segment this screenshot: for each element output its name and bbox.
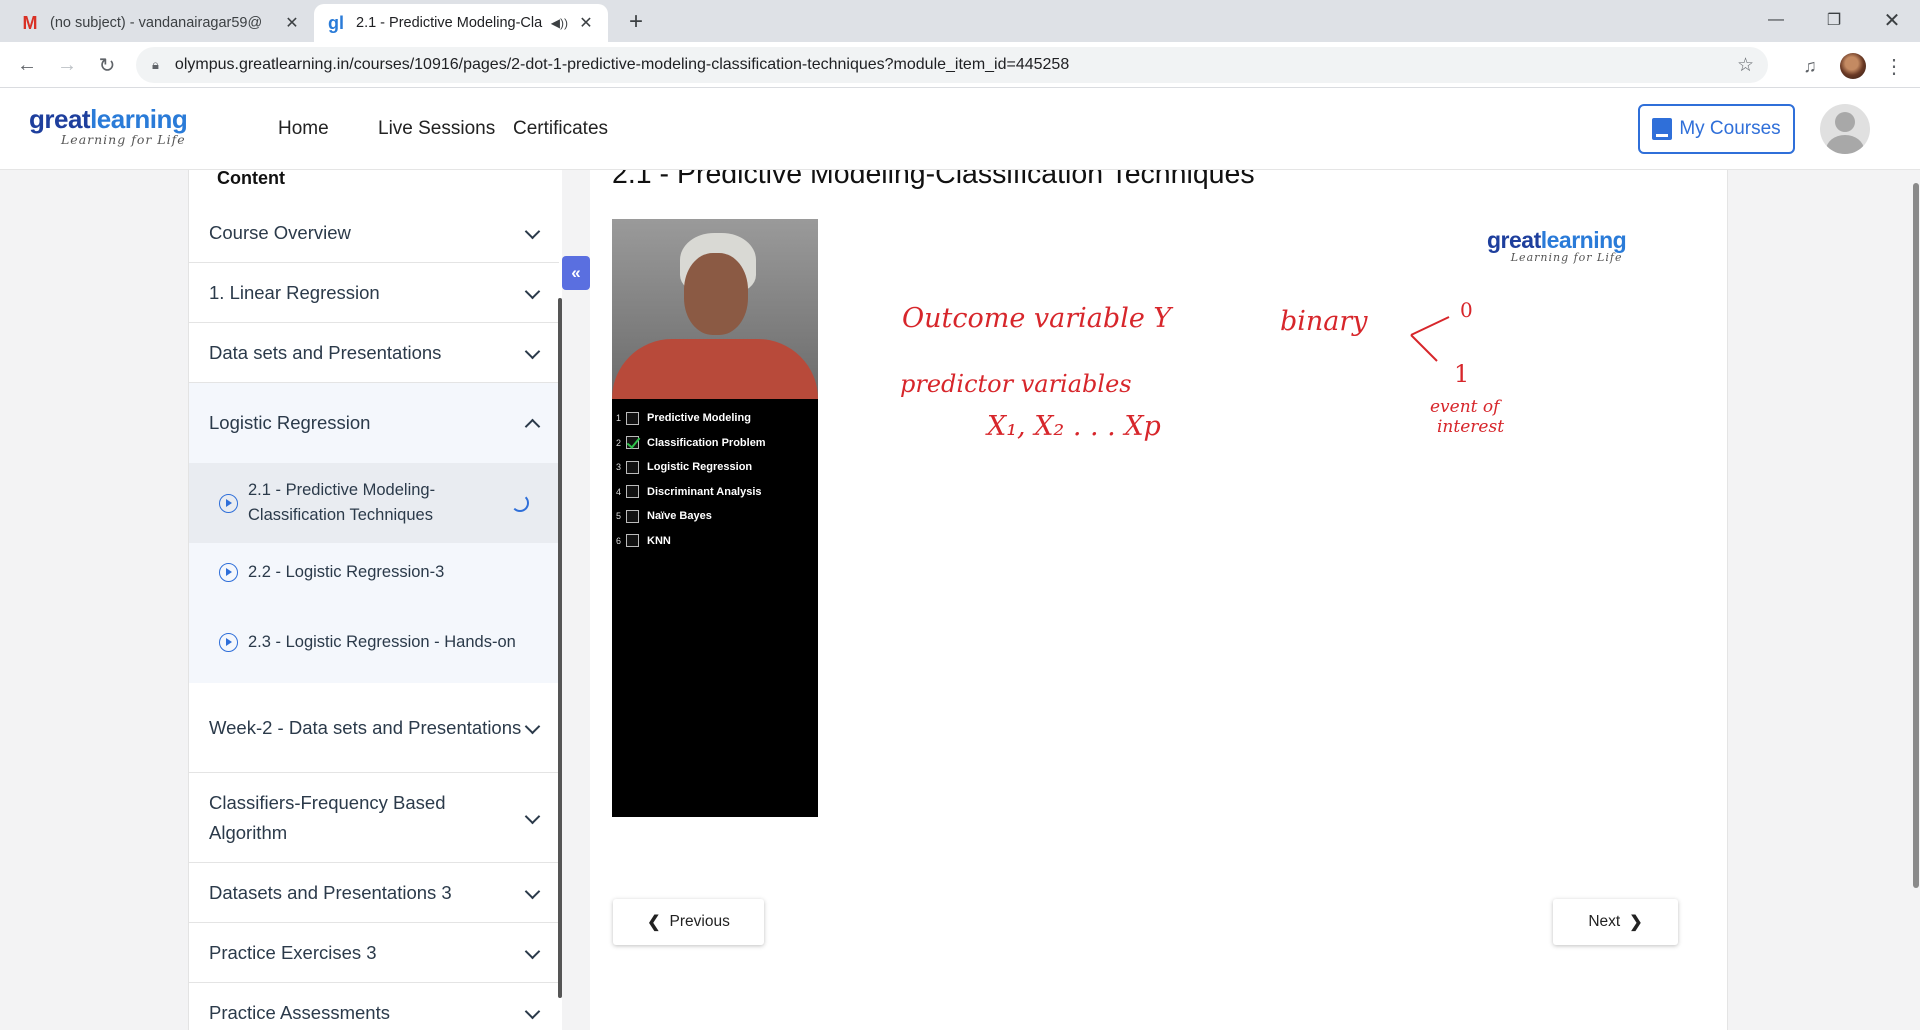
note-binary: binary: [1280, 306, 1368, 337]
chevron-down-icon: [525, 1006, 539, 1020]
my-courses-label: My Courses: [1679, 118, 1781, 139]
module-data-sets-and-presentations[interactable]: Data sets and Presentations: [189, 323, 559, 383]
logo-tagline: Learning for Life: [61, 132, 186, 147]
collapse-sidebar-button[interactable]: «: [562, 256, 590, 290]
sidebar-item-2-1[interactable]: 2.1 - Predictive Modeling-Classification…: [189, 463, 559, 543]
play-circle-icon: [219, 632, 238, 652]
logo-text-great: great: [29, 104, 91, 134]
logo-text-learning: learning: [90, 104, 188, 134]
chevron-down-icon: [525, 721, 539, 735]
module-label: Data sets and Presentations: [209, 341, 442, 363]
tab-gmail[interactable]: M (no subject) - vandanairagar59@ ✕: [8, 4, 314, 42]
site-header: greatlearning Learning for Life Home Liv…: [0, 88, 1920, 170]
restore-button[interactable]: ❐: [1806, 0, 1862, 40]
minimize-button[interactable]: —: [1748, 0, 1804, 40]
module-label: Logistic Regression: [209, 412, 371, 433]
greatlearning-favicon-icon: gl: [328, 12, 344, 33]
user-avatar[interactable]: [1820, 104, 1870, 154]
chevron-up-icon: [525, 416, 539, 430]
tab-title: 2.1 - Predictive Modeling-Cla: [356, 15, 543, 31]
note-predictor-variables: predictor variables: [900, 370, 1132, 398]
module-practice-assessments[interactable]: Practice Assessments: [189, 983, 559, 1030]
module-label: Week-2 - Data sets and Presentations: [209, 716, 522, 738]
sidebar-title: Content: [217, 168, 285, 188]
module-course-overview[interactable]: Course Overview: [189, 203, 559, 263]
my-courses-button[interactable]: My Courses: [1638, 104, 1795, 154]
new-tab-button[interactable]: +: [620, 6, 652, 38]
chevron-left-icon: ❮: [647, 914, 661, 931]
nav-live-sessions[interactable]: Live Sessions: [378, 118, 495, 140]
module-label: Practice Assessments: [209, 1002, 390, 1023]
tab-title: (no subject) - vandanairagar59@: [50, 15, 263, 31]
browser-tab-strip: M (no subject) - vandanairagar59@ ✕ gl 2…: [0, 0, 1920, 42]
item-label: 2.2 - Logistic Regression-3: [248, 562, 445, 581]
module-label: Course Overview: [209, 221, 351, 243]
sidebar-item-2-3[interactable]: 2.3 - Logistic Regression - Hands-on: [189, 601, 559, 683]
browser-toolbar: ← → ↻ 🔒︎ olympus.greatlearning.in/course…: [0, 42, 1920, 88]
note-one: 1: [1454, 360, 1470, 388]
sidebar-item-2-2[interactable]: 2.2 - Logistic Regression-3: [189, 543, 559, 601]
item-label: 2.1 - Predictive Modeling-Classification…: [248, 481, 436, 524]
whiteboard-notes: Outcome variable Y binary 0 1 event of i…: [612, 219, 1682, 817]
module-practice-exercises-3[interactable]: Practice Exercises 3: [189, 923, 559, 983]
next-button[interactable]: Next ❯: [1553, 899, 1678, 945]
page-viewport: greatlearning Learning for Life Home Liv…: [0, 88, 1920, 1030]
audio-playing-icon[interactable]: ◀)): [551, 16, 568, 30]
note-zero: 0: [1460, 298, 1473, 322]
previous-button[interactable]: ❮ Previous: [613, 899, 764, 945]
note-event-of: event of: [1430, 397, 1500, 417]
chevron-right-icon: ❯: [1629, 914, 1643, 931]
note-outcome-variable: Outcome variable Y: [902, 303, 1172, 334]
book-icon: [1652, 118, 1673, 140]
chevron-down-icon: [525, 886, 539, 900]
module-datasets-and-presentations-3[interactable]: Datasets and Presentations 3: [189, 863, 559, 923]
nav-home[interactable]: Home: [278, 118, 329, 140]
url-text: olympus.greatlearning.in/courses/10916/p…: [174, 56, 1070, 73]
note-x-variables: X₁, X₂ . . . Xp: [987, 411, 1161, 442]
tab-current[interactable]: gl 2.1 - Predictive Modeling-Cla ◀)) ✕: [314, 4, 608, 42]
greatlearning-logo[interactable]: greatlearning Learning for Life: [29, 104, 188, 147]
module-classifiers-frequency-based[interactable]: Classifiers-Frequency Based Algorithm: [189, 773, 559, 863]
address-bar[interactable]: 🔒︎ olympus.greatlearning.in/courses/1091…: [136, 47, 1768, 83]
gmail-icon: M: [22, 12, 38, 33]
module-week-2-data-sets[interactable]: Week-2 - Data sets and Presentations: [189, 683, 559, 773]
bookmark-star-icon[interactable]: ☆: [1737, 54, 1754, 77]
sidebar-scrollbar[interactable]: [558, 298, 562, 998]
module-label: Classifiers-Frequency Based Algorithm: [209, 791, 446, 843]
nav-certificates[interactable]: Certificates: [513, 118, 608, 140]
close-tab-icon[interactable]: ✕: [576, 13, 596, 33]
chevron-down-icon: [525, 226, 539, 240]
module-label: 1. Linear Regression: [209, 281, 380, 303]
course-sidebar: Content Course Overview 1. Linear Regres…: [188, 168, 562, 1030]
item-label: 2.3 - Logistic Regression - Hands-on: [248, 632, 516, 651]
next-label: Next: [1588, 913, 1621, 930]
menu-kebab-icon[interactable]: ⋮: [1880, 52, 1908, 80]
progress-spinner-icon: [511, 494, 529, 512]
lock-icon[interactable]: 🔒︎: [152, 57, 159, 73]
module-logistic-regression[interactable]: Logistic Regression: [189, 383, 559, 463]
profile-icon[interactable]: [1839, 52, 1867, 80]
forward-icon[interactable]: →: [52, 50, 82, 80]
reload-icon[interactable]: ↻: [92, 50, 122, 80]
module-label: Practice Exercises 3: [209, 941, 377, 963]
play-circle-icon: [219, 493, 238, 513]
page-scrollbar[interactable]: [1913, 183, 1919, 888]
chevron-down-icon: [525, 286, 539, 300]
module-label: Datasets and Presentations 3: [209, 881, 452, 903]
media-control-icon[interactable]: ♫: [1796, 52, 1824, 80]
video-player[interactable]: 1 Predictive Modeling 2 Classification Pro…: [612, 219, 1682, 817]
chevron-down-icon: [525, 811, 539, 825]
module-linear-regression[interactable]: 1. Linear Regression: [189, 263, 559, 323]
back-icon[interactable]: ←: [12, 50, 42, 80]
previous-label: Previous: [669, 913, 730, 930]
chevron-down-icon: [525, 946, 539, 960]
play-circle-icon: [219, 562, 238, 582]
chevron-down-icon: [525, 346, 539, 360]
note-interest: interest: [1437, 417, 1505, 437]
window-close-button[interactable]: ✕: [1864, 0, 1920, 40]
close-tab-icon[interactable]: ✕: [282, 13, 302, 33]
